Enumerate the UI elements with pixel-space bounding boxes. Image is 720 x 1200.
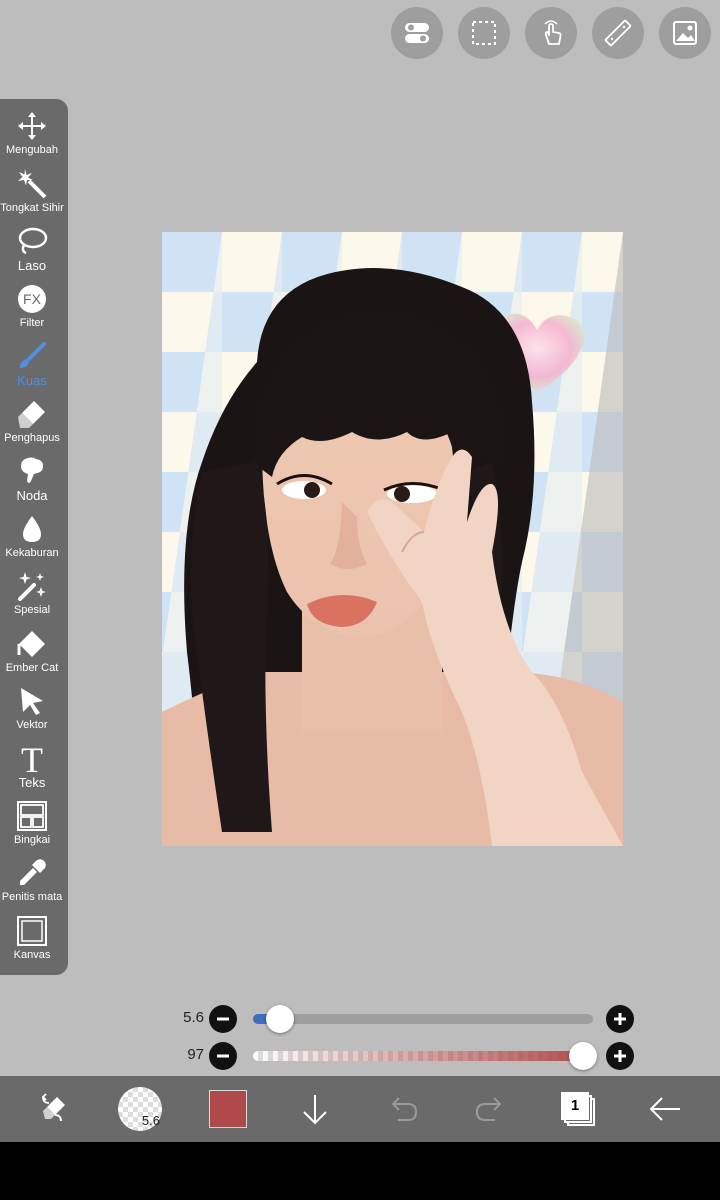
canvas-icon: [17, 916, 47, 946]
touch-gesture-icon: [544, 20, 562, 45]
tool-label: Kanvas: [13, 949, 51, 961]
tool-kuas[interactable]: Kuas: [0, 339, 64, 396]
download-icon: [303, 1095, 327, 1125]
opacity-decrease-button[interactable]: [209, 1042, 237, 1070]
transform-button[interactable]: [28, 1084, 78, 1134]
brush-icon: [20, 342, 46, 368]
tool-kanvas[interactable]: Kanvas: [0, 914, 64, 971]
back-arrow-icon: [649, 1097, 680, 1121]
tool-teks[interactable]: T Teks: [0, 741, 64, 798]
tool-label: Ember Cat: [5, 662, 59, 674]
plus-icon: [614, 1050, 626, 1062]
color-button[interactable]: [203, 1084, 253, 1134]
brush-size-value: 5.6: [183, 1009, 204, 1026]
minus-icon: [217, 1054, 229, 1058]
brush-size-track[interactable]: [253, 1014, 593, 1024]
tool-vektor[interactable]: Vektor: [0, 684, 64, 741]
tool-label: Penitis mata: [1, 891, 63, 903]
opacity-slider-row: 97: [170, 1041, 640, 1071]
eraser-icon: [18, 401, 45, 428]
image-icon: [673, 21, 697, 45]
minus-icon: [217, 1017, 229, 1021]
undo-button[interactable]: [378, 1084, 428, 1134]
touch-gesture-button[interactable]: [525, 7, 577, 59]
tool-mengubah[interactable]: Mengubah: [0, 109, 64, 166]
tool-penitis-mata[interactable]: Penitis mata: [0, 856, 64, 913]
layers-icon: 1: [561, 1092, 595, 1126]
drawing-canvas[interactable]: [162, 232, 623, 846]
smudge-icon: [21, 457, 43, 483]
tool-label: Spesial: [13, 604, 51, 616]
tool-noda[interactable]: Noda: [0, 454, 64, 511]
paint-bucket-icon: [17, 631, 45, 657]
redo-button[interactable]: [465, 1084, 515, 1134]
tool-label: Kekaburan: [5, 547, 59, 559]
tool-label: Filter: [19, 317, 45, 329]
fx-icon: FX: [18, 285, 46, 313]
toggle-icon: [405, 23, 429, 43]
opacity-increase-button[interactable]: [606, 1042, 634, 1070]
brush-preview-button[interactable]: 5.6: [115, 1084, 165, 1134]
vector-cursor-icon: [21, 688, 43, 715]
size-increase-button[interactable]: [606, 1005, 634, 1033]
brush-size-label: 5.6: [141, 1113, 160, 1128]
bottom-toolbar: 5.6 1: [0, 1076, 720, 1142]
blur-drop-icon: [23, 516, 41, 542]
brush-preview-icon: 5.6: [118, 1087, 162, 1131]
plus-icon: [614, 1013, 626, 1025]
undo-icon: [391, 1097, 418, 1121]
ruler-button[interactable]: [592, 7, 644, 59]
tool-panel: Mengubah Tongkat Sihir Laso FX Filter Ku…: [0, 99, 68, 975]
move-icon: [18, 112, 46, 140]
transform-icon: [41, 1093, 65, 1122]
tool-laso[interactable]: Laso: [0, 224, 64, 281]
tool-label: Teks: [18, 775, 46, 790]
tool-bingkai[interactable]: Bingkai: [0, 799, 64, 856]
selection-button[interactable]: [458, 7, 510, 59]
tool-tongkat-sihir[interactable]: Tongkat Sihir: [0, 167, 64, 224]
opacity-track[interactable]: [253, 1051, 593, 1061]
toggle-button[interactable]: [391, 7, 443, 59]
layers-button[interactable]: 1: [553, 1084, 603, 1134]
frame-icon: [17, 801, 47, 831]
opacity-thumb[interactable]: [568, 1042, 597, 1070]
tool-label: Kuas: [17, 373, 47, 388]
selection-icon: [472, 21, 496, 45]
color-swatch: [209, 1090, 247, 1128]
special-sparkle-icon: [18, 572, 46, 601]
redo-icon: [475, 1097, 502, 1121]
system-navigation-bar: [0, 1142, 720, 1200]
tool-label: Laso: [17, 258, 47, 273]
opacity-value: 97: [187, 1046, 204, 1063]
tool-label: Vektor: [16, 719, 48, 731]
download-button[interactable]: [290, 1084, 340, 1134]
svg-text:T: T: [21, 742, 43, 774]
text-icon: T: [21, 742, 43, 774]
artwork-illustration: [162, 232, 623, 846]
tool-label: Bingkai: [13, 834, 51, 846]
brush-size-thumb[interactable]: [266, 1005, 295, 1033]
magic-wand-icon: [18, 169, 47, 199]
ruler-icon: [604, 19, 632, 47]
tool-penghapus[interactable]: Penghapus: [0, 397, 64, 454]
size-decrease-button[interactable]: [209, 1005, 237, 1033]
tool-label: Mengubah: [6, 144, 58, 156]
tool-label: Noda: [16, 488, 48, 503]
tool-filter[interactable]: FX Filter: [0, 282, 64, 339]
back-button[interactable]: [640, 1084, 690, 1134]
lasso-icon: [18, 227, 48, 255]
tool-spesial[interactable]: Spesial: [0, 569, 64, 626]
tool-label: Penghapus: [4, 432, 60, 444]
reference-image-button[interactable]: [659, 7, 711, 59]
svg-text:FX: FX: [23, 291, 42, 307]
tool-ember-cat[interactable]: Ember Cat: [0, 627, 64, 684]
tool-kekaburan[interactable]: Kekaburan: [0, 512, 64, 569]
layer-count: 1: [561, 1092, 589, 1120]
brush-size-slider-row: 5.6: [170, 1004, 640, 1034]
eyedropper-icon: [20, 859, 46, 885]
tool-label: Tongkat Sihir: [0, 202, 64, 214]
